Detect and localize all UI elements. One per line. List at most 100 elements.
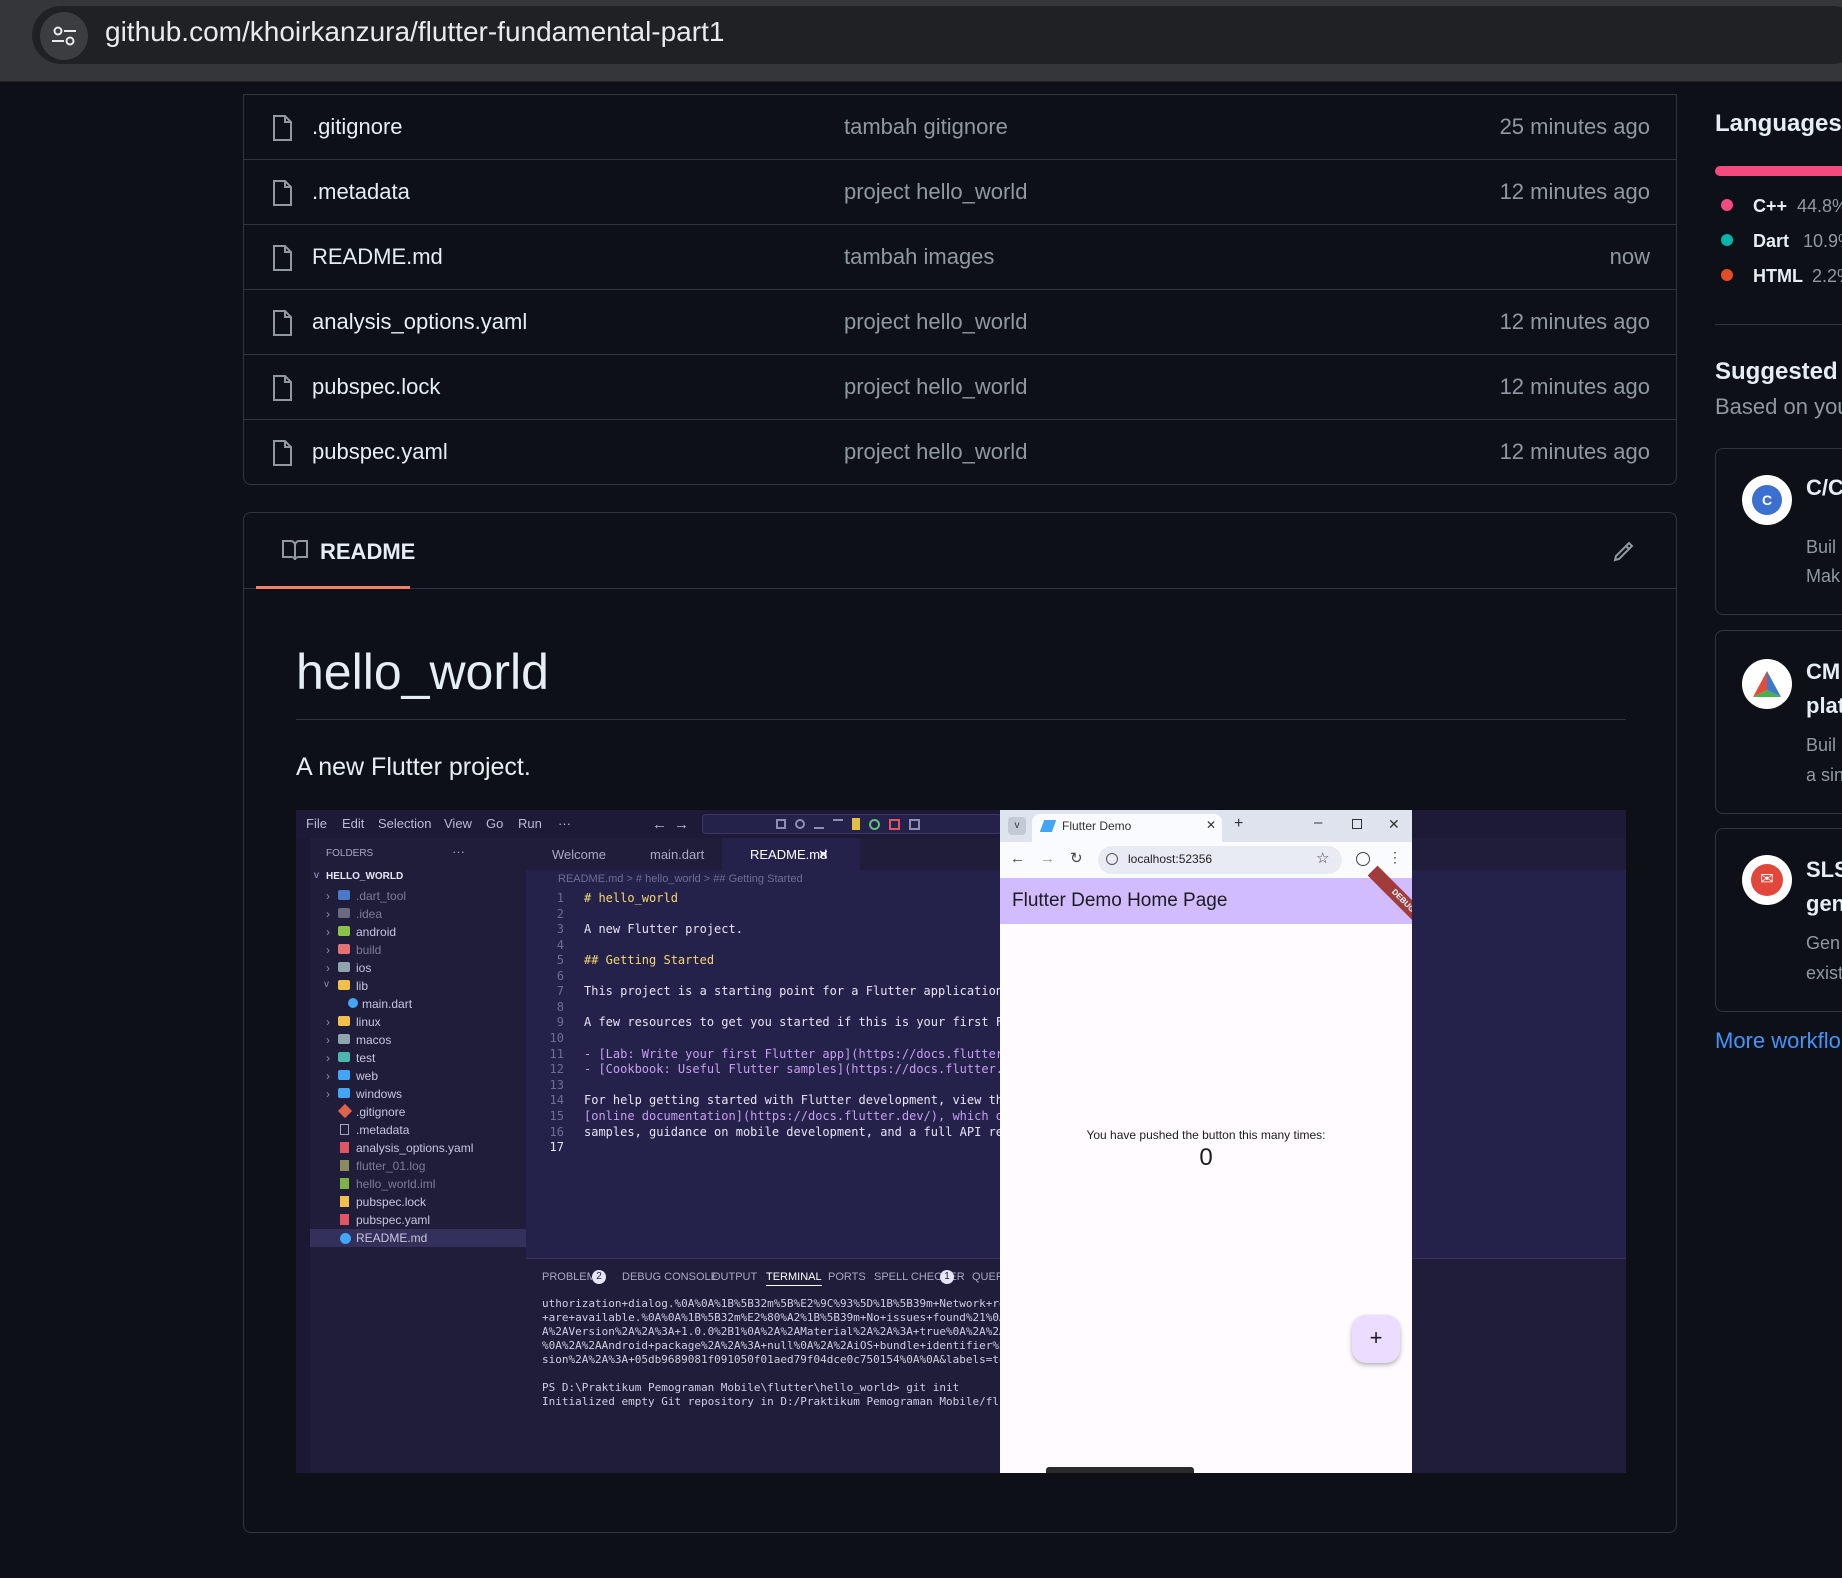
language-name[interactable]: HTML [1753,266,1803,287]
close-window-icon: ✕ [1388,816,1400,832]
workflow-title[interactable]: C/C [1806,475,1842,501]
chevron-right-icon: › [326,889,330,903]
workflow-card[interactable]: ✉ SLS gen Gen exist [1715,828,1842,1012]
file-icon [273,440,292,466]
tree-item: analysis_options.yaml [356,1141,474,1155]
file-row[interactable]: .metadata project hello_world 12 minutes… [244,159,1676,224]
cmake-logo-icon [1742,659,1792,709]
commit-time: 12 minutes ago [1499,374,1650,399]
panel-tab-terminal: TERMINAL [766,1271,822,1286]
file-row[interactable]: pubspec.yaml project hello_world 12 minu… [244,419,1676,484]
code-line: This project is a starting point for a F… [584,984,1011,998]
workflow-title[interactable]: CM [1806,659,1840,685]
workflow-desc: Mak [1806,566,1841,586]
chrome-url: localhost:52356 [1128,852,1213,866]
tree-item: lib [356,979,369,993]
code-line: For help getting started with Flutter de… [584,1093,1011,1107]
commit-message-link[interactable]: tambah images [844,244,994,270]
language-name[interactable]: C++ [1753,196,1787,217]
file-row[interactable]: pubspec.lock project hello_world 12 minu… [244,354,1676,419]
kebab-menu-icon: ⋮ [1388,849,1402,865]
chrome-addressbar: ← → ↻ localhost:52356 ☆ ⋮ [1000,842,1412,878]
language-name[interactable]: Dart [1753,231,1789,252]
commit-message-link[interactable]: project hello_world [844,309,1027,335]
devtools-icon [909,818,920,830]
tree-item: web [356,1069,379,1083]
hot-reload-icon [852,818,860,830]
folder-icon [338,1034,350,1044]
back-icon: ← [1010,850,1025,867]
tree-item: flutter_01.log [356,1159,426,1173]
readme-screenshot: File Edit Selection View Go Run ··· ← → [296,810,1626,1473]
workflow-desc: a sin [1806,765,1842,785]
tab-main-dart: main.dart [650,847,705,862]
file-name-link[interactable]: pubspec.yaml [312,439,448,465]
counter-label: You have pushed the button this many tim… [1086,1128,1326,1142]
workflow-title[interactable]: SLS [1806,857,1842,883]
commit-message-link[interactable]: project hello_world [844,179,1027,205]
file-row[interactable]: .gitignore tambah gitignore 25 minutes a… [244,94,1676,159]
more-icon: ··· [452,844,465,859]
restart-icon [869,818,880,830]
file-name-link[interactable]: .metadata [312,179,410,205]
folder-icon [338,926,350,936]
yaml-file-icon [340,1142,349,1153]
file-row[interactable]: analysis_options.yaml project hello_worl… [244,289,1676,354]
tree-item: pubspec.lock [356,1195,427,1209]
reload-icon: ↻ [1070,850,1083,867]
commit-time: 12 minutes ago [1499,309,1650,334]
tree-item: test [356,1051,376,1065]
forward-arrow-icon: → [674,816,689,833]
file-name-link[interactable]: pubspec.lock [312,374,440,400]
readme-description: A new Flutter project. [296,753,531,781]
chevron-right-icon: › [326,907,330,921]
commit-message-link[interactable]: project hello_world [844,374,1027,400]
file-row[interactable]: README.md tambah images now [244,224,1676,289]
language-bar [1715,166,1842,176]
workflow-desc: Buil [1806,735,1837,755]
tree-item: ios [356,961,372,975]
tree-item: linux [356,1015,381,1029]
vscode-activity-bar [296,838,310,1473]
menu-more: ··· [558,816,571,831]
chevron-right-icon: › [326,1087,330,1101]
commit-message-link[interactable]: project hello_world [844,439,1027,465]
maximize-icon [1352,819,1362,829]
workflow-card[interactable]: CM plat Buil a sin [1715,630,1842,814]
browser-toolbar: github.com/khoirkanzura/flutter-fundamen… [0,0,1842,82]
new-tab-icon: + [1234,815,1244,832]
chevron-right-icon: › [326,943,330,957]
sidebar-divider [1715,324,1842,325]
tree-item: main.dart [362,997,413,1011]
tree-item: hello_world.iml [356,1177,436,1191]
readme-header: README [244,513,1676,589]
chrome-tab-title: Flutter Demo [1062,819,1132,833]
file-icon [273,180,292,206]
folder-open-icon [338,980,350,990]
url-text[interactable]: github.com/khoirkanzura/flutter-fundamen… [105,16,724,48]
code-line: samples, guidance on mobile development,… [584,1125,1061,1139]
iml-file-icon [340,1178,349,1189]
file-name-link[interactable]: README.md [312,244,443,270]
commit-time: 12 minutes ago [1499,179,1650,204]
repo-sidebar: Languages C++ 44.8% Dart 10.9% HTML 2.2%… [1715,82,1842,1578]
stop-icon [889,818,900,830]
workflow-card[interactable]: C C/C Buil Mak [1715,448,1842,615]
vscode-explorer: FOLDERS ··· v HELLO_WORLD › .dart_tool ›.… [310,838,526,1473]
folder-icon [338,890,350,900]
commit-time: now [1609,244,1650,269]
panel-tab-output: OUTPUT [712,1271,758,1283]
pencil-icon[interactable] [1612,539,1636,563]
file-name-link[interactable]: .gitignore [312,114,403,140]
window-handle [1046,1467,1194,1473]
file-name-link[interactable]: analysis_options.yaml [312,309,527,335]
step-over-icon [795,819,805,829]
readme-tab[interactable]: README [256,513,415,589]
commit-message-link[interactable]: tambah gitignore [844,114,1008,140]
more-workflows-link[interactable]: More workflo [1715,1028,1841,1054]
site-settings-icon[interactable] [40,12,88,60]
language-dot [1721,199,1733,211]
chrome-tabstrip: v Flutter Demo ✕ + – ✕ [1000,810,1412,842]
folder-icon [338,944,350,954]
close-icon: ✕ [818,847,829,862]
